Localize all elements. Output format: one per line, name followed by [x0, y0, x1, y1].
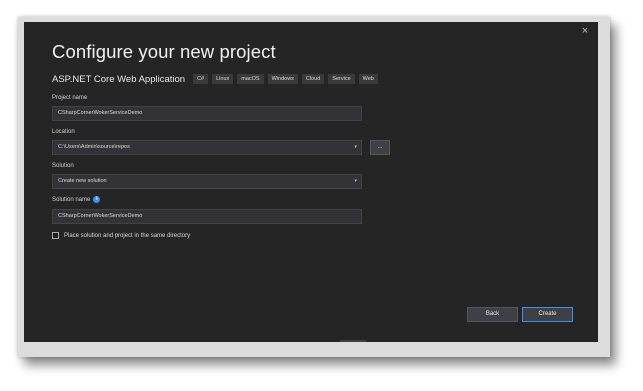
configure-project-dialog: × Configure your new project ASP.NET Cor… — [24, 22, 598, 342]
dialog-title: Configure your new project — [52, 41, 276, 62]
same-directory-checkbox[interactable] — [52, 232, 59, 239]
close-icon[interactable]: × — [578, 24, 592, 38]
solution-label: Solution — [52, 163, 74, 169]
solution-name-label-row: Solution name i — [52, 196, 101, 204]
tag-service: Service — [328, 74, 355, 84]
template-info: ASP.NET Core Web Application C# Linux ma… — [52, 73, 382, 85]
solution-value: Create new solution — [58, 178, 107, 184]
location-value: C:\Users\Admin\source\repos — [58, 144, 130, 150]
project-name-input[interactable]: CSharpCornerWokerServiceDemo — [52, 106, 362, 121]
solution-dropdown[interactable]: Create new solution ▾ — [52, 174, 362, 189]
location-label: Location — [52, 129, 75, 135]
tag-cloud: Cloud — [301, 74, 325, 84]
solution-name-label: Solution name — [52, 197, 91, 204]
template-name: ASP.NET Core Web Application — [52, 73, 186, 85]
chevron-down-icon[interactable]: ▾ — [354, 175, 357, 188]
tag-web: Web — [358, 74, 378, 84]
resize-grip — [340, 340, 366, 342]
tag-windows: Windows — [267, 74, 298, 84]
project-name-label: Project name — [52, 95, 88, 101]
location-combobox[interactable]: C:\Users\Admin\source\repos ▾ — [52, 140, 362, 155]
chevron-down-icon[interactable]: ▾ — [354, 141, 357, 154]
solution-name-input[interactable]: CSharpCornerWokerServiceDemo — [52, 209, 362, 224]
back-button[interactable]: Back — [467, 307, 518, 322]
tag-linux: Linux — [212, 74, 234, 84]
browse-button[interactable]: ... — [370, 140, 390, 155]
tag-csharp: C# — [193, 74, 209, 84]
same-directory-option[interactable]: Place solution and project in the same d… — [52, 232, 190, 239]
info-icon[interactable]: i — [93, 196, 101, 203]
same-directory-label: Place solution and project in the same d… — [64, 232, 191, 239]
tag-macos: macOS — [237, 74, 264, 84]
create-button[interactable]: Create — [522, 307, 573, 322]
